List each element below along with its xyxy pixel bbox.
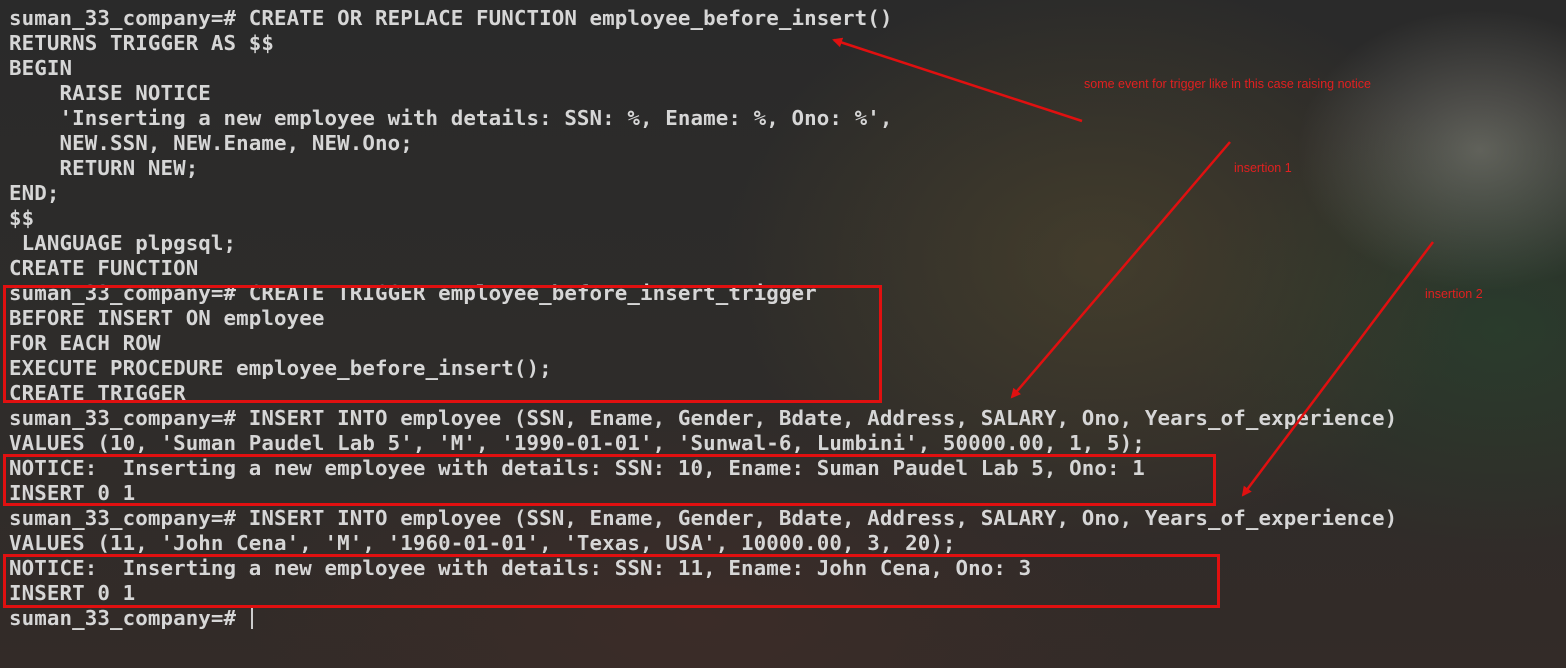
insertion-2-annotation: insertion 2	[1425, 287, 1483, 301]
terminal-line: NEW.SSN, NEW.Ename, NEW.Ono;	[9, 131, 413, 155]
terminal-line: VALUES (10, 'Suman Paudel Lab 5', 'M', '…	[9, 431, 1145, 455]
trigger-event-annotation: some event for trigger like in this case…	[1084, 77, 1371, 91]
terminal-line: $$	[9, 206, 35, 230]
terminal-line: suman_33_company=# INSERT INTO employee …	[9, 506, 1398, 530]
terminal-line: CREATE FUNCTION	[9, 256, 199, 280]
insertion-2-notice-highlight-box	[3, 554, 1220, 608]
insertion-1-annotation: insertion 1	[1234, 161, 1292, 175]
terminal-line: VALUES (11, 'John Cena', 'M', '1960-01-0…	[9, 531, 956, 555]
terminal-line: suman_33_company=# INSERT INTO employee …	[9, 406, 1398, 430]
terminal-line: RETURN NEW;	[9, 156, 199, 180]
insertion-1-notice-highlight-box	[3, 454, 1216, 506]
terminal-prompt: suman_33_company=#	[9, 606, 249, 630]
terminal-line: END;	[9, 181, 60, 205]
terminal-line: LANGUAGE plpgsql;	[9, 231, 237, 255]
terminal-line: suman_33_company=# CREATE OR REPLACE FUN…	[9, 6, 893, 30]
terminal-prompt-line[interactable]: suman_33_company=#	[9, 606, 1549, 631]
terminal-line: RETURNS TRIGGER AS $$	[9, 31, 275, 55]
terminal-line: 'Inserting a new employee with details: …	[9, 106, 893, 130]
create-trigger-highlight-box	[3, 285, 882, 403]
text-cursor	[250, 607, 253, 629]
